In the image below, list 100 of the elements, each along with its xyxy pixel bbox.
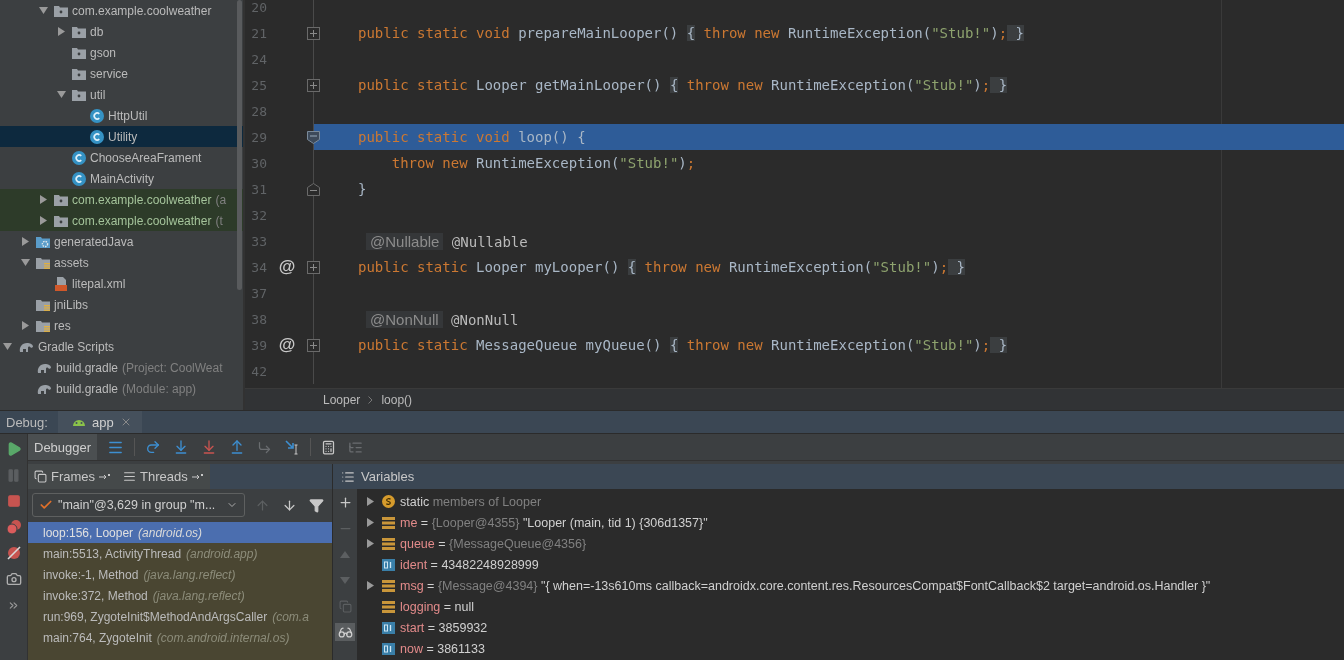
code-line: public static MessageQueue myQueue() { throw new RuntimeException("Stub!"); } bbox=[358, 337, 1008, 353]
fold-expand-icon[interactable] bbox=[307, 261, 320, 274]
tree-item[interactable]: util bbox=[90, 85, 106, 104]
pin-arrow-icon[interactable] bbox=[191, 472, 204, 481]
debugger-tab[interactable]: Debugger bbox=[28, 434, 98, 460]
line-number: 28 bbox=[250, 103, 267, 119]
chevron-icon bbox=[368, 395, 374, 404]
stack-frame[interactable]: main:764, ZygoteInit (com.android.internal.os) bbox=[28, 627, 332, 648]
fold-end-icon[interactable] bbox=[307, 183, 320, 196]
breakpoints-icon[interactable] bbox=[5, 518, 22, 536]
collapsed-arrow-icon[interactable] bbox=[20, 237, 30, 246]
scrollbar[interactable] bbox=[237, 0, 242, 290]
tree-item[interactable]: build.gradle (Module: app) bbox=[56, 379, 197, 398]
variable-entry[interactable]: me = {Looper@4355} "Looper (main, tid 1) {306d1357}" bbox=[400, 515, 708, 530]
package-folder-icon bbox=[72, 67, 86, 80]
variable-entry[interactable]: now = 3861133 bbox=[400, 641, 485, 656]
collapsed-arrow-icon[interactable] bbox=[365, 581, 375, 590]
line-number: 42 bbox=[250, 363, 267, 379]
line-number: 32 bbox=[250, 207, 267, 223]
collapsed-arrow-icon[interactable] bbox=[38, 216, 48, 225]
threads-tab[interactable]: Threads bbox=[117, 464, 210, 489]
line-number: 34 bbox=[250, 259, 267, 275]
stack-frame[interactable]: main:5513, ActivityThread (android.app) bbox=[28, 543, 332, 564]
tree-item[interactable]: service bbox=[90, 64, 128, 83]
frames-icon bbox=[34, 470, 47, 483]
camera-icon[interactable] bbox=[5, 570, 22, 588]
frames-tab[interactable]: Frames bbox=[28, 464, 118, 489]
mute-breakpoints-icon[interactable] bbox=[5, 544, 22, 562]
tree-item[interactable]: MainActivity bbox=[90, 169, 154, 188]
variable-entry[interactable]: ident = 43482248928999 bbox=[400, 557, 539, 572]
stack-frame[interactable]: loop:156, Looper (android.os) bbox=[28, 522, 332, 543]
tree-item[interactable]: Gradle Scripts bbox=[38, 337, 115, 356]
line-number: 29 bbox=[250, 129, 267, 145]
tree-item[interactable]: build.gradle (Project: CoolWeat bbox=[56, 358, 223, 377]
variable-entry[interactable]: queue = {MessageQueue@4356} bbox=[400, 536, 587, 551]
tree-item[interactable]: Utility bbox=[108, 127, 138, 146]
fold-expand-icon[interactable] bbox=[307, 339, 320, 352]
tree-item[interactable]: generatedJava bbox=[54, 232, 134, 251]
tree-item[interactable]: HttpUtil bbox=[108, 106, 148, 125]
tree-item[interactable]: db bbox=[90, 22, 104, 41]
collapsed-arrow-icon[interactable] bbox=[365, 518, 375, 527]
stack-frame[interactable]: invoke:372, Method (java.lang.reflect) bbox=[28, 585, 332, 606]
variable-entry[interactable]: logging = null bbox=[400, 599, 475, 614]
resource-folder-icon bbox=[36, 298, 50, 311]
run-tab[interactable]: app bbox=[57, 411, 142, 433]
pin-arrow-icon[interactable] bbox=[99, 472, 112, 481]
fold-expand-icon[interactable] bbox=[307, 79, 320, 92]
tree-item[interactable]: com.example.coolweather bbox=[72, 1, 212, 20]
annotation-marker[interactable]: @ bbox=[278, 257, 296, 277]
class-icon bbox=[90, 108, 104, 123]
variable-entry[interactable]: start = 3859932 bbox=[400, 620, 488, 635]
expanded-arrow-icon[interactable] bbox=[56, 90, 66, 99]
primitive-icon bbox=[382, 558, 395, 571]
variables-header: Variables bbox=[361, 469, 415, 484]
resource-folder-icon bbox=[36, 319, 50, 332]
package-folder-icon bbox=[54, 4, 68, 17]
field-icon bbox=[382, 537, 395, 550]
tree-item[interactable]: litepal.xml bbox=[72, 274, 126, 293]
stack-frame[interactable]: invoke:-1, Method (java.lang.reflect) bbox=[28, 564, 332, 585]
code-line: public static Looper myLooper() { throw new RuntimeException("Stub!"); } bbox=[358, 259, 965, 275]
expanded-arrow-icon[interactable] bbox=[2, 342, 12, 351]
code-line: @NonNull @NonNull bbox=[358, 310, 519, 328]
tree-item[interactable]: jniLibs bbox=[54, 295, 89, 314]
expanded-arrow-icon[interactable] bbox=[20, 258, 30, 267]
collapsed-arrow-icon[interactable] bbox=[365, 497, 375, 506]
check-icon bbox=[39, 498, 53, 512]
variable-entry[interactable]: static members of Looper bbox=[400, 494, 542, 509]
tree-item[interactable]: res bbox=[54, 316, 71, 335]
tree-item[interactable]: assets bbox=[54, 253, 89, 272]
package-folder-icon bbox=[72, 25, 86, 38]
tree-item[interactable]: gson bbox=[90, 43, 117, 62]
glasses-icon[interactable] bbox=[335, 623, 355, 641]
line-number: 33 bbox=[250, 233, 267, 249]
package-folder-icon bbox=[54, 214, 68, 227]
collapsed-arrow-icon[interactable] bbox=[56, 27, 66, 36]
fold-start-icon[interactable] bbox=[307, 131, 320, 144]
breadcrumb[interactable]: loop() bbox=[381, 392, 413, 407]
collapsed-arrow-icon[interactable] bbox=[20, 321, 30, 330]
collapsed-arrow-icon[interactable] bbox=[38, 195, 48, 204]
variable-entry[interactable]: msg = {Message@4394} "{ when=-13s610ms callback=androidx.core.content.res.ResourcesCompat$FontCallback$2 target=android.os.Handler }" bbox=[400, 578, 1211, 593]
breadcrumb[interactable]: Looper bbox=[323, 392, 361, 407]
fold-expand-icon[interactable] bbox=[307, 27, 320, 40]
line-number: 39 bbox=[250, 337, 267, 353]
android-icon bbox=[71, 417, 86, 427]
annotation-marker[interactable]: @ bbox=[278, 335, 296, 355]
package-folder-icon bbox=[72, 88, 86, 101]
line-number: 20 bbox=[250, 0, 267, 15]
thread-dropdown[interactable]: "main"@3,629 in group "m... bbox=[32, 493, 245, 517]
expanded-arrow-icon[interactable] bbox=[38, 6, 48, 15]
code-line: } bbox=[358, 181, 367, 197]
stop-icon[interactable] bbox=[6, 492, 21, 510]
collapsed-arrow-icon[interactable] bbox=[365, 539, 375, 548]
stack-frame[interactable]: run:969, ZygoteInit$MethodAndArgsCaller (com.a bbox=[28, 606, 332, 627]
class-icon bbox=[72, 171, 86, 186]
package-folder-icon bbox=[72, 46, 86, 59]
line-number: 37 bbox=[250, 285, 267, 301]
elephant-icon bbox=[18, 340, 34, 353]
line-number: 31 bbox=[250, 181, 267, 197]
field-icon bbox=[382, 579, 395, 592]
tree-item[interactable]: ChooseAreaFrament bbox=[90, 148, 202, 167]
